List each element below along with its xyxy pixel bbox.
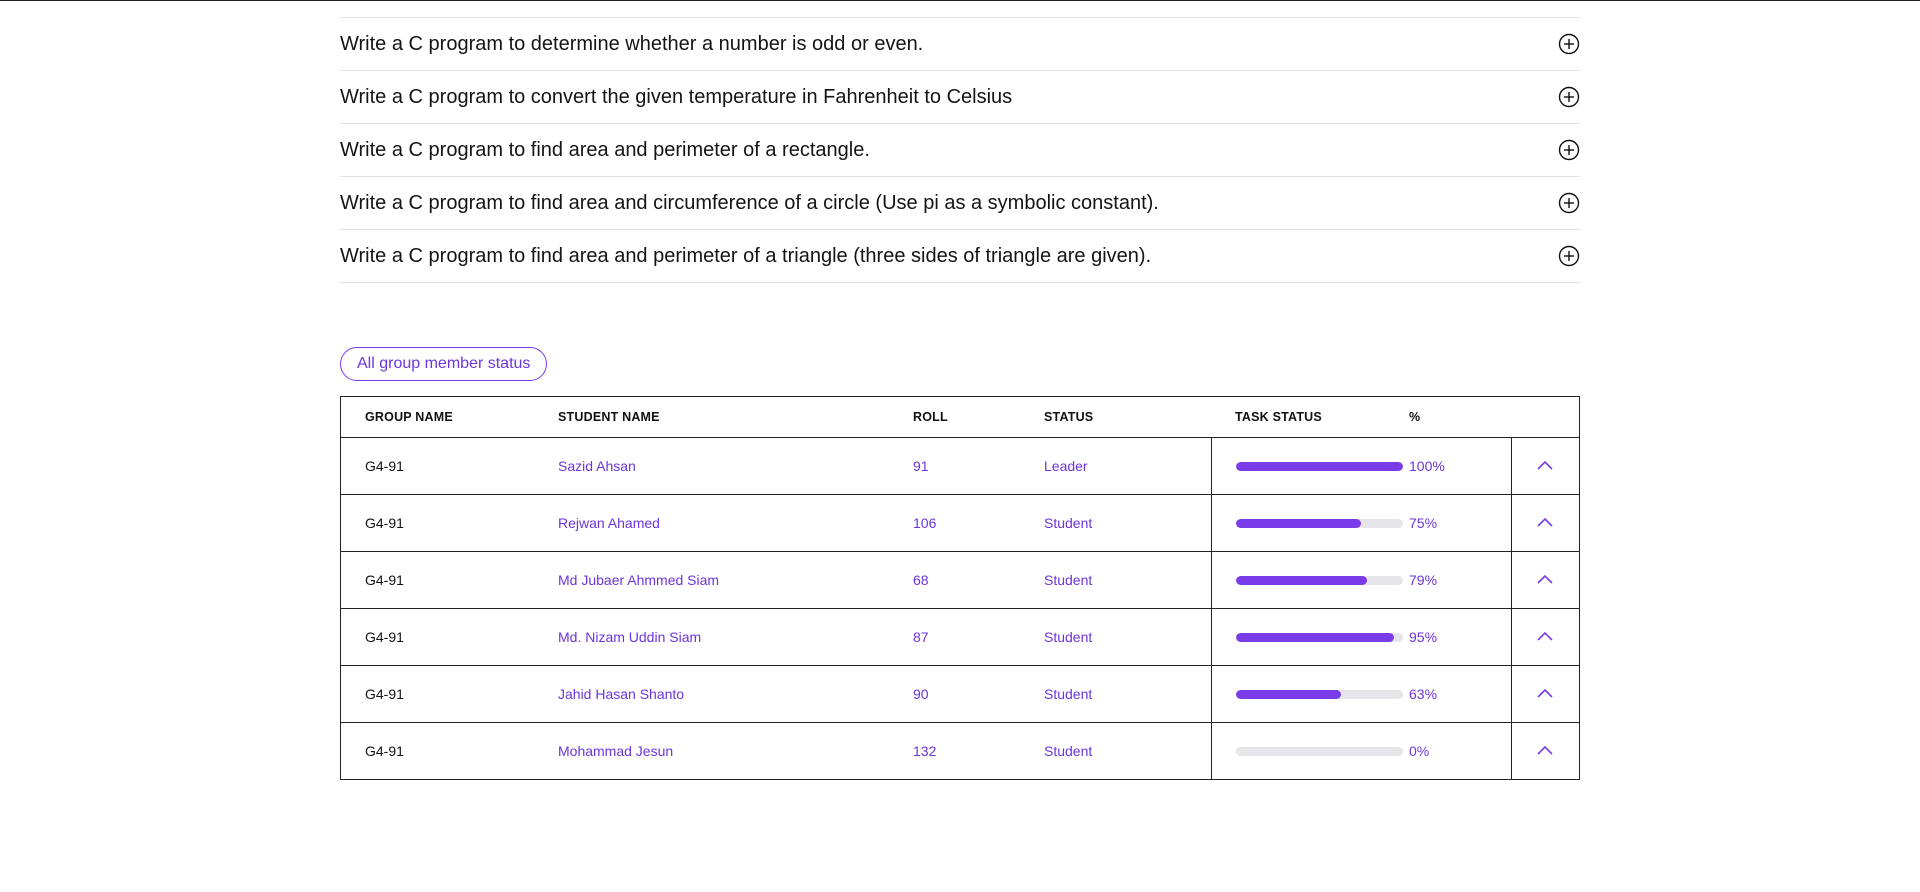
table-body: G4-91 Sazid Ahsan 91 Leader 100% G4-91 R… <box>341 437 1579 780</box>
row-toggle-cell[interactable] <box>1510 437 1579 495</box>
progress-bar <box>1235 461 1403 471</box>
percent-cell: 63% <box>1409 665 1511 723</box>
plus-circle-icon[interactable] <box>1558 86 1580 108</box>
progress-bar <box>1235 575 1403 585</box>
status-cell: Leader <box>1044 437 1211 495</box>
progress-bar <box>1235 518 1403 528</box>
table-row: G4-91 Mohammad Jesun 132 Student 0% <box>341 722 1579 780</box>
percent-cell: 79% <box>1409 551 1511 609</box>
header-roll: ROLL <box>913 397 1044 438</box>
chevron-up-icon[interactable] <box>1536 630 1554 642</box>
progress-bar-fill <box>1235 461 1403 471</box>
status-cell: Student <box>1044 494 1211 552</box>
row-toggle-cell[interactable] <box>1510 551 1579 609</box>
faq-item[interactable]: Write a C program to convert the given t… <box>340 71 1580 124</box>
status-cell: Student <box>1044 743 1093 759</box>
faq-item[interactable]: Write a C program to find area and circu… <box>340 177 1580 230</box>
faq-question: Write a C program to determine whether a… <box>340 32 924 55</box>
task-status-cell <box>1210 551 1409 609</box>
percent-cell: 100% <box>1409 437 1511 495</box>
header-status: STATUS <box>1044 397 1211 438</box>
row-toggle-cell[interactable] <box>1510 722 1579 779</box>
group-name-cell: G4-91 <box>341 437 558 495</box>
task-status-cell <box>1210 494 1409 552</box>
progress-bar-fill <box>1235 575 1368 585</box>
header-task-status: TASK STATUS <box>1211 397 1409 438</box>
table-row: G4-91 Sazid Ahsan 91 Leader 100% <box>341 437 1579 495</box>
group-name-cell: G4-91 <box>341 608 558 666</box>
faq-list: Write a C program to determine whether a… <box>340 17 1580 283</box>
progress-bar-fill <box>1235 689 1341 699</box>
group-name-cell: G4-91 <box>341 551 558 609</box>
roll-cell: 87 <box>913 608 1044 666</box>
faq-question: Write a C program to convert the given t… <box>340 85 1013 108</box>
student-name-cell[interactable]: Md Jubaer Ahmmed Siam <box>558 551 913 609</box>
all-group-member-status-button[interactable]: All group member status <box>340 347 548 381</box>
percent-cell: 95% <box>1409 608 1511 666</box>
plus-circle-icon[interactable] <box>1558 245 1580 267</box>
progress-bar <box>1235 746 1403 756</box>
roll-cell: 106 <box>913 494 1044 552</box>
student-name-cell[interactable]: Sazid Ahsan <box>558 437 913 495</box>
faq-item[interactable]: Write a C program to determine whether a… <box>340 18 1580 71</box>
faq-item[interactable]: Write a C program to find area and perim… <box>340 124 1580 177</box>
row-toggle-cell[interactable] <box>1510 608 1579 666</box>
task-status-cell <box>1210 722 1409 779</box>
chevron-up-icon[interactable] <box>1536 687 1554 699</box>
roll-cell: 90 <box>913 665 1044 723</box>
roll-cell: 68 <box>913 551 1044 609</box>
roll-cell: 91 <box>913 437 1044 495</box>
faq-question: Write a C program to find area and perim… <box>340 244 1152 267</box>
status-cell: Student <box>1044 551 1211 609</box>
chevron-up-icon[interactable] <box>1536 573 1554 585</box>
student-name-cell[interactable]: Rejwan Ahamed <box>558 494 913 552</box>
row-toggle-cell[interactable] <box>1510 494 1579 552</box>
task-status-cell <box>1210 608 1409 666</box>
status-cell: Student <box>1044 608 1211 666</box>
student-name-cell[interactable]: Md. Nizam Uddin Siam <box>558 608 913 666</box>
header-percent: % <box>1409 397 1511 438</box>
percent-cell: 0% <box>1409 743 1430 759</box>
progress-bar-fill <box>1235 518 1361 528</box>
chevron-up-icon[interactable] <box>1536 459 1554 471</box>
table-row: G4-91 Md. Nizam Uddin Siam 87 Student 95… <box>341 608 1579 666</box>
chevron-up-icon[interactable] <box>1536 516 1554 528</box>
progress-bar-fill <box>1235 632 1395 642</box>
plus-circle-icon[interactable] <box>1558 192 1580 214</box>
group-status-table: GROUP NAME STUDENT NAME ROLL STATUS TASK… <box>340 396 1580 780</box>
faq-question: Write a C program to find area and circu… <box>340 191 1159 214</box>
plus-circle-icon[interactable] <box>1558 33 1580 55</box>
status-cell: Student <box>1044 665 1211 723</box>
student-name-cell[interactable]: Mohammad Jesun <box>558 723 913 780</box>
table-row: G4-91 Rejwan Ahamed 106 Student 75% <box>341 494 1579 552</box>
header-toggle <box>1511 397 1579 438</box>
percent-cell: 75% <box>1409 494 1511 552</box>
table-row: G4-91 Md Jubaer Ahmmed Siam 68 Student 7… <box>341 551 1579 609</box>
row-toggle-cell[interactable] <box>1510 665 1579 723</box>
progress-bar <box>1235 632 1403 642</box>
roll-cell: 132 <box>913 743 937 759</box>
header-student-name: STUDENT NAME <box>558 397 913 438</box>
table-row: G4-91 Jahid Hasan Shanto 90 Student 63% <box>341 665 1579 723</box>
task-status-cell <box>1210 437 1409 495</box>
table-header-row: GROUP NAME STUDENT NAME ROLL STATUS TASK… <box>341 397 1579 438</box>
main-container: Write a C program to determine whether a… <box>340 0 1580 780</box>
group-name-cell: G4-91 <box>365 743 404 759</box>
group-name-cell: G4-91 <box>341 665 558 723</box>
plus-circle-icon[interactable] <box>1558 139 1580 161</box>
group-name-cell: G4-91 <box>341 494 558 552</box>
task-status-cell <box>1210 665 1409 723</box>
faq-item[interactable]: Write a C program to find area and perim… <box>340 230 1580 283</box>
chevron-up-icon[interactable] <box>1536 744 1554 756</box>
student-name-cell[interactable]: Jahid Hasan Shanto <box>558 665 913 723</box>
header-group-name: GROUP NAME <box>341 397 558 438</box>
faq-question: Write a C program to find area and perim… <box>340 138 870 161</box>
progress-bar <box>1235 689 1403 699</box>
